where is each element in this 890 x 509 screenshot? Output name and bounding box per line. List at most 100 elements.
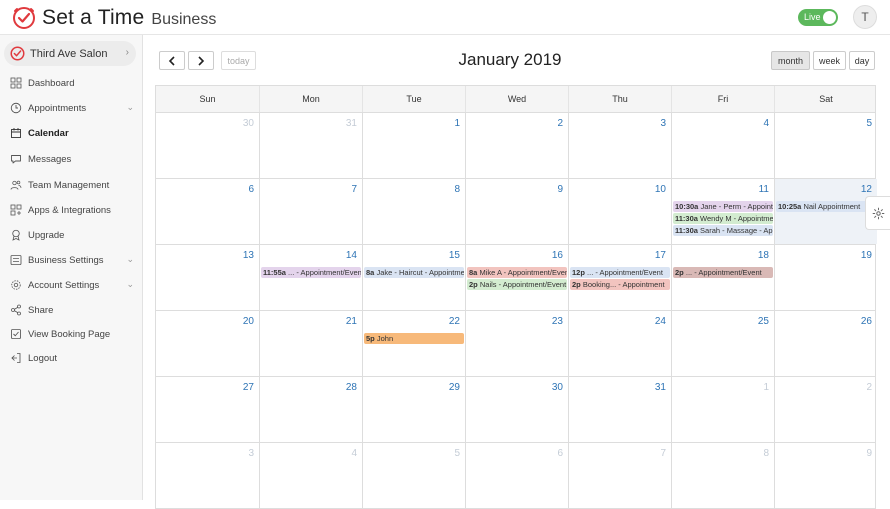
calendar-event[interactable]: 10:25a Nail Appointment: [776, 201, 876, 212]
calendar-day-cell[interactable]: 2: [465, 113, 568, 178]
sidebar-item-business-settings[interactable]: Business Settings ⌄: [10, 251, 136, 269]
sidebar-item-logout[interactable]: Logout: [10, 349, 136, 367]
day-number[interactable]: 10: [655, 184, 666, 195]
day-number[interactable]: 4: [763, 118, 769, 129]
app-logo[interactable]: Set a Time Business: [12, 5, 216, 31]
calendar-day-cell[interactable]: 14 11:55a ... - Appointment/Event: [259, 245, 362, 310]
calendar-event[interactable]: 11:55a ... - Appointment/Event: [261, 267, 361, 278]
day-number[interactable]: 2: [557, 118, 563, 129]
day-number[interactable]: 6: [248, 184, 254, 195]
day-number[interactable]: 6: [557, 448, 563, 459]
day-number[interactable]: 8: [454, 184, 460, 195]
calendar-day-cell[interactable]: 4: [259, 443, 362, 508]
calendar-event[interactable]: 11:30a Wendy M - Appointment: [673, 213, 773, 224]
calendar-event[interactable]: 12p ... - Appointment/Event: [570, 267, 670, 278]
calendar-event[interactable]: 8a Mike A - Appointment/Event: [467, 267, 567, 278]
calendar-day-cell[interactable]: 1: [362, 113, 465, 178]
day-number[interactable]: 5: [866, 118, 872, 129]
calendar-day-cell[interactable]: 12 10:25a Nail Appointment: [774, 179, 877, 244]
day-number[interactable]: 5: [454, 448, 460, 459]
today-button[interactable]: today: [221, 51, 256, 70]
day-number[interactable]: 22: [449, 316, 460, 327]
week-view-button[interactable]: week: [813, 51, 846, 70]
calendar-day-cell[interactable]: 15 8a Jake - Haircut - Appointment: [362, 245, 465, 310]
calendar-event[interactable]: 8a Jake - Haircut - Appointment: [364, 267, 464, 278]
day-number[interactable]: 9: [557, 184, 563, 195]
user-avatar[interactable]: T: [853, 5, 877, 29]
calendar-day-cell[interactable]: 31: [568, 377, 671, 442]
day-number[interactable]: 31: [655, 382, 666, 393]
calendar-day-cell[interactable]: 6: [465, 443, 568, 508]
calendar-day-cell[interactable]: 28: [259, 377, 362, 442]
calendar-day-cell[interactable]: 9: [774, 443, 877, 508]
calendar-event[interactable]: 2p Nails - Appointment/Event: [467, 279, 567, 290]
calendar-day-cell[interactable]: 25: [671, 311, 774, 376]
day-number[interactable]: 15: [449, 250, 460, 261]
calendar-day-cell[interactable]: 8: [671, 443, 774, 508]
sidebar-item-account-settings[interactable]: Account Settings ⌄: [10, 276, 136, 294]
calendar-day-cell[interactable]: 3: [568, 113, 671, 178]
calendar-day-cell[interactable]: 19: [774, 245, 877, 310]
calendar-day-cell[interactable]: 7: [568, 443, 671, 508]
sidebar-item-appointments[interactable]: Appointments ⌄: [10, 99, 136, 117]
day-number[interactable]: 25: [758, 316, 769, 327]
prev-month-button[interactable]: [159, 51, 185, 70]
calendar-event[interactable]: 2p ... - Appointment/Event: [673, 267, 773, 278]
calendar-day-cell[interactable]: 3: [156, 443, 259, 508]
day-number[interactable]: 31: [346, 118, 357, 129]
calendar-day-cell[interactable]: 1110:30a Jane - Perm - Appointment11:30a…: [671, 179, 774, 244]
month-view-button[interactable]: month: [771, 51, 810, 70]
live-toggle[interactable]: Live: [798, 9, 838, 26]
calendar-day-cell[interactable]: 5: [362, 443, 465, 508]
calendar-day-cell[interactable]: 4: [671, 113, 774, 178]
day-number[interactable]: 27: [243, 382, 254, 393]
calendar-day-cell[interactable]: 1: [671, 377, 774, 442]
calendar-day-cell[interactable]: 10: [568, 179, 671, 244]
calendar-day-cell[interactable]: 20: [156, 311, 259, 376]
day-number[interactable]: 12: [861, 184, 872, 195]
calendar-day-cell[interactable]: 26: [774, 311, 877, 376]
sidebar-item-upgrade[interactable]: Upgrade: [10, 226, 136, 244]
day-number[interactable]: 14: [346, 250, 357, 261]
calendar-day-cell[interactable]: 7: [259, 179, 362, 244]
day-number[interactable]: 2: [866, 382, 872, 393]
day-number[interactable]: 28: [346, 382, 357, 393]
calendar-day-cell[interactable]: 24: [568, 311, 671, 376]
calendar-day-cell[interactable]: 29: [362, 377, 465, 442]
day-number[interactable]: 29: [449, 382, 460, 393]
sidebar-item-share[interactable]: Share: [10, 301, 136, 319]
day-number[interactable]: 23: [552, 316, 563, 327]
calendar-day-cell[interactable]: 23: [465, 311, 568, 376]
day-number[interactable]: 7: [660, 448, 666, 459]
calendar-day-cell[interactable]: 9: [465, 179, 568, 244]
day-number[interactable]: 30: [552, 382, 563, 393]
sidebar-item-calendar[interactable]: Calendar: [10, 124, 136, 142]
calendar-settings-tab[interactable]: [865, 196, 890, 230]
calendar-day-cell[interactable]: 13: [156, 245, 259, 310]
day-number[interactable]: 11: [759, 184, 769, 195]
calendar-event[interactable]: 2p Booking... - Appointment: [570, 279, 670, 290]
day-number[interactable]: 13: [243, 250, 254, 261]
calendar-day-cell[interactable]: 6: [156, 179, 259, 244]
calendar-event[interactable]: 10:30a Jane - Perm - Appointment: [673, 201, 773, 212]
sidebar-item-apps-integrations[interactable]: Apps & Integrations: [10, 201, 136, 219]
day-number[interactable]: 21: [346, 316, 357, 327]
sidebar-item-view-booking-page[interactable]: View Booking Page: [10, 325, 136, 343]
business-selector[interactable]: Third Ave Salon ›: [4, 41, 136, 66]
day-number[interactable]: 8: [763, 448, 769, 459]
calendar-event[interactable]: 11:30a Sarah - Massage - Appointment: [673, 225, 773, 236]
next-month-button[interactable]: [188, 51, 214, 70]
calendar-day-cell[interactable]: 27: [156, 377, 259, 442]
day-number[interactable]: 3: [660, 118, 666, 129]
day-number[interactable]: 1: [763, 382, 769, 393]
day-view-button[interactable]: day: [849, 51, 875, 70]
day-number[interactable]: 19: [861, 250, 872, 261]
calendar-day-cell[interactable]: 30: [465, 377, 568, 442]
day-number[interactable]: 17: [655, 250, 666, 261]
calendar-day-cell[interactable]: 30: [156, 113, 259, 178]
day-number[interactable]: 26: [861, 316, 872, 327]
day-number[interactable]: 3: [248, 448, 254, 459]
day-number[interactable]: 1: [454, 118, 460, 129]
calendar-event[interactable]: 5p John: [364, 333, 464, 344]
day-number[interactable]: 7: [351, 184, 357, 195]
